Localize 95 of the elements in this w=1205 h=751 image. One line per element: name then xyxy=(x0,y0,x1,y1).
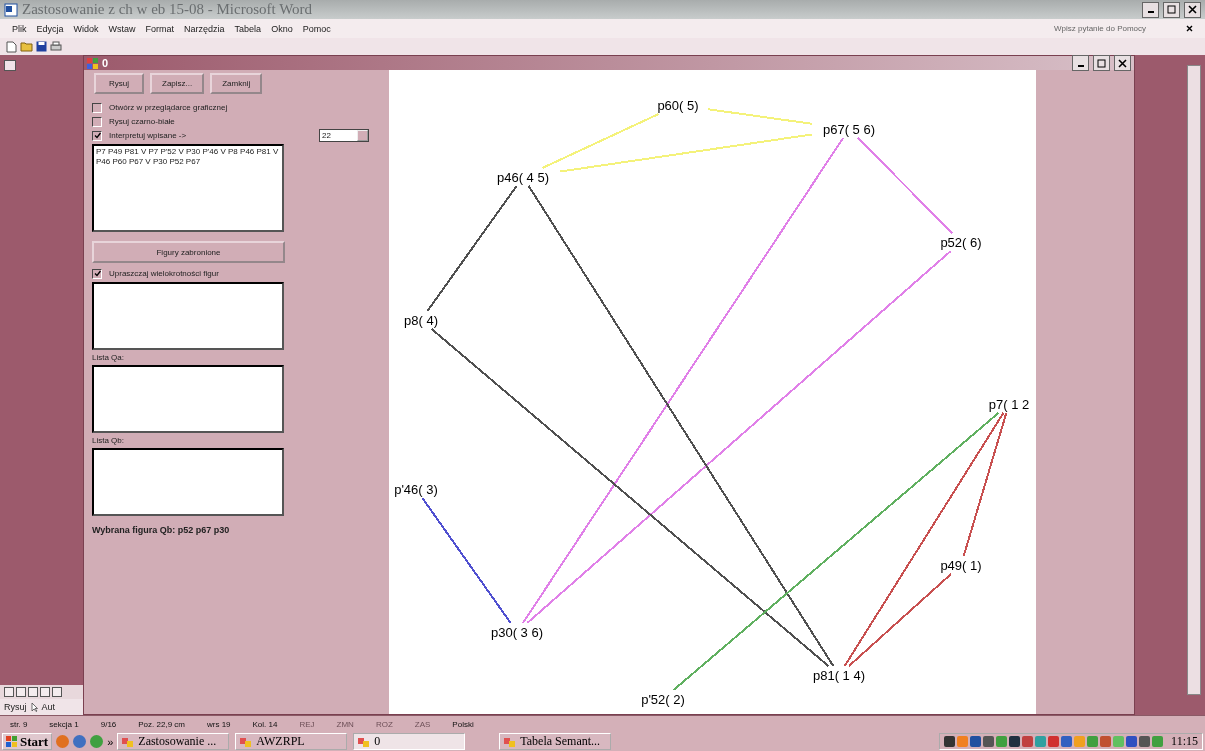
dialog-button[interactable]: Rysuj xyxy=(94,73,144,94)
checkbox-label: Otwórz w przeglądarce graficznej xyxy=(109,103,228,112)
window-title: Zastosowanie z ch w eb 15-08 - Microsoft Word xyxy=(22,1,314,18)
help-field[interactable]: Wpisz pytanie do Pomocy xyxy=(1052,21,1176,36)
list-box[interactable] xyxy=(92,365,284,433)
node-label: p46( 4 5) xyxy=(497,170,549,185)
app-icon xyxy=(87,57,98,69)
tab-selector[interactable] xyxy=(4,60,16,71)
menu-item[interactable]: Edycja xyxy=(36,23,64,34)
menu-item[interactable]: Plik xyxy=(12,23,27,34)
status-item: ZMN xyxy=(336,719,354,729)
menu-item[interactable]: Wstaw xyxy=(108,23,136,34)
printer-icon[interactable] xyxy=(50,41,62,52)
flag-icon xyxy=(6,735,18,748)
node-label: p81( 1 4) xyxy=(813,668,865,683)
status-item: wrs 19 xyxy=(206,719,231,729)
status-item: str. 9 xyxy=(10,719,28,729)
list-label: Lista Qb: xyxy=(92,436,125,445)
taskbar-button[interactable]: Tabela Semant... xyxy=(499,733,612,750)
node-label: p7( 1 2 xyxy=(988,397,1030,412)
menu-item[interactable]: Okno xyxy=(271,23,293,34)
taskbar-button[interactable]: Zastosowanie ... xyxy=(117,733,230,750)
menu-item[interactable]: Pomoc xyxy=(302,23,331,34)
minimize-icon xyxy=(1147,11,1154,13)
status-item: ROZ xyxy=(375,719,393,729)
window-icon xyxy=(504,735,517,748)
cursor-icon[interactable] xyxy=(30,702,38,712)
new-document-icon[interactable] xyxy=(6,40,17,53)
status-item: 9/16 xyxy=(100,719,117,729)
tray-icon[interactable] xyxy=(1139,736,1151,747)
minimize-button[interactable] xyxy=(1072,55,1089,71)
status-item: Polski xyxy=(452,719,474,729)
status-item: REJ xyxy=(299,719,315,729)
checkbox-label: Upraszczaj wielokrotności figur xyxy=(109,269,219,278)
checkbox[interactable] xyxy=(92,268,102,279)
close-icon[interactable] xyxy=(1186,25,1193,32)
input-field[interactable]: P7 P49 P81 V P7 P'52 V P30 P'46 V P8 P46 P81 V P46 P60 P67 V P30 P52 P67 xyxy=(92,144,284,232)
selected-figure-text: Wybrana figura Qb: p52 p67 p30 xyxy=(92,525,231,535)
start-button[interactable]: Start xyxy=(2,733,53,750)
list-label: Lista Qa: xyxy=(92,353,125,362)
more-arrows[interactable]: » xyxy=(107,735,114,748)
square-icon xyxy=(1167,5,1176,14)
list-box[interactable] xyxy=(92,282,284,350)
tray-icon[interactable] xyxy=(970,736,982,747)
tray-icon[interactable] xyxy=(944,736,956,747)
draw-menu[interactable]: Rysuj xyxy=(4,702,27,712)
dialog-title: 0 xyxy=(102,57,109,69)
dialog-button[interactable]: Zapisz... xyxy=(150,73,205,94)
maximize-button[interactable] xyxy=(1093,55,1110,71)
close-icon xyxy=(1118,58,1127,68)
node-label: p'52( 2) xyxy=(641,692,685,707)
node-label: p67( 5 6) xyxy=(823,122,875,137)
document-icon xyxy=(4,2,18,17)
tray-icon[interactable] xyxy=(1126,736,1138,747)
node-label: p60( 5) xyxy=(657,98,699,113)
close-icon xyxy=(1188,5,1197,14)
number-dropdown[interactable]: 22 xyxy=(319,129,369,142)
window-icon xyxy=(122,735,135,748)
clock: 11:15 xyxy=(1171,734,1198,749)
node-label: p52( 6) xyxy=(940,235,982,250)
close-button[interactable] xyxy=(1114,55,1131,71)
node-label: p8( 4) xyxy=(404,313,438,328)
taskbar-button[interactable]: AWZRPL xyxy=(235,733,348,750)
menu-item[interactable]: Widok xyxy=(73,23,99,34)
scrollbar[interactable] xyxy=(1187,65,1201,695)
tray-icon[interactable] xyxy=(1061,736,1073,747)
forbidden-figures-button[interactable]: Figury zabronione xyxy=(92,241,285,263)
node-label: p'46( 3) xyxy=(394,482,438,497)
checkbox[interactable] xyxy=(92,130,102,141)
taskbar-button[interactable]: 0 xyxy=(353,733,466,750)
window-icon xyxy=(240,735,253,748)
checkbox[interactable] xyxy=(92,116,102,127)
menu-item[interactable]: Narzędzia xyxy=(184,23,225,34)
restore-button[interactable] xyxy=(1163,1,1180,18)
node-label: p49( 1) xyxy=(940,558,982,573)
status-item: sekcja 1 xyxy=(49,719,79,729)
menu-item[interactable]: Format xyxy=(145,23,175,34)
dialog-button[interactable]: Zamknij xyxy=(210,73,263,94)
close-button[interactable] xyxy=(1184,1,1201,18)
autoshapes-menu[interactable]: Aut xyxy=(41,702,56,712)
menu-item[interactable]: Tabela xyxy=(234,23,262,34)
checkbox[interactable] xyxy=(92,102,102,113)
window-icon xyxy=(358,735,371,748)
status-item: ZAS xyxy=(414,719,431,729)
checkbox-label: Interpretuj wpisane -> xyxy=(109,131,187,140)
tray-icon[interactable] xyxy=(1009,736,1021,747)
square-icon xyxy=(1097,58,1106,68)
status-item: Kol. 14 xyxy=(252,719,278,729)
minimize-button[interactable] xyxy=(1142,1,1159,18)
status-item: Poz. 22,9 cm xyxy=(138,719,185,729)
tray-icon[interactable] xyxy=(983,736,995,747)
checkbox-label: Rysuj czarno-białe xyxy=(109,117,175,126)
minimize-icon xyxy=(1077,64,1084,67)
list-box[interactable] xyxy=(92,448,284,516)
node-label: p30( 3 6) xyxy=(491,625,543,640)
